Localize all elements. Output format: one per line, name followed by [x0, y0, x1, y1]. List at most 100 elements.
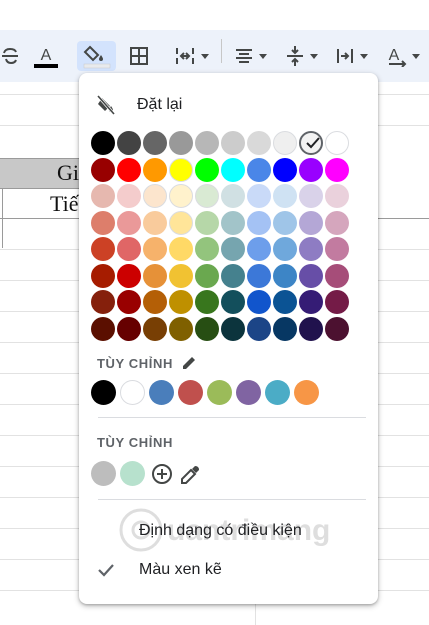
alternating-colors-item[interactable]: Màu xen kẽ [97, 558, 222, 582]
color-swatch[interactable] [299, 184, 323, 208]
color-swatch[interactable] [195, 210, 219, 235]
color-swatch[interactable] [195, 184, 219, 208]
color-swatch[interactable] [149, 380, 174, 405]
color-swatch[interactable] [91, 461, 116, 486]
color-swatch[interactable] [325, 131, 349, 155]
color-swatch[interactable] [169, 157, 193, 182]
color-swatch-selected[interactable] [299, 131, 323, 155]
color-swatch[interactable] [143, 316, 167, 341]
color-swatch[interactable] [91, 157, 115, 182]
color-swatch[interactable] [120, 461, 145, 486]
color-swatch[interactable] [299, 290, 323, 314]
color-swatch[interactable] [247, 237, 271, 261]
color-swatch[interactable] [143, 263, 167, 288]
color-swatch[interactable] [273, 157, 297, 182]
color-swatch[interactable] [325, 210, 349, 235]
color-swatch[interactable] [117, 237, 141, 261]
color-swatch[interactable] [247, 184, 271, 208]
eyedropper-button[interactable] [181, 464, 201, 484]
color-swatch[interactable] [221, 157, 245, 182]
vertical-align-button[interactable] [280, 41, 322, 71]
color-swatch[interactable] [247, 290, 271, 314]
color-swatch[interactable] [221, 237, 245, 261]
color-swatch[interactable] [299, 316, 323, 341]
color-swatch[interactable] [299, 210, 323, 235]
color-swatch[interactable] [91, 290, 115, 314]
color-swatch[interactable] [273, 316, 297, 341]
edit-theme-button[interactable] [181, 355, 197, 371]
color-swatch[interactable] [117, 157, 141, 182]
color-swatch[interactable] [91, 263, 115, 288]
color-swatch[interactable] [91, 184, 115, 208]
text-wrapping-button[interactable] [330, 41, 372, 71]
color-swatch[interactable] [91, 131, 115, 155]
color-swatch[interactable] [195, 131, 219, 155]
color-swatch[interactable] [247, 131, 271, 155]
reset-fill-button[interactable]: Đặt lại [97, 93, 182, 117]
color-swatch[interactable] [325, 263, 349, 288]
color-swatch[interactable] [221, 184, 245, 208]
color-swatch[interactable] [169, 263, 193, 288]
color-swatch[interactable] [325, 316, 349, 341]
color-swatch[interactable] [325, 157, 349, 182]
color-swatch[interactable] [299, 237, 323, 261]
color-swatch[interactable] [221, 290, 245, 314]
fill-color-button[interactable] [77, 41, 116, 71]
color-swatch[interactable] [169, 210, 193, 235]
color-swatch[interactable] [273, 263, 297, 288]
color-swatch[interactable] [221, 131, 245, 155]
color-swatch[interactable] [195, 157, 219, 182]
color-swatch[interactable] [247, 157, 271, 182]
color-swatch[interactable] [247, 316, 271, 341]
color-swatch[interactable] [247, 210, 271, 235]
color-swatch[interactable] [195, 290, 219, 314]
color-swatch[interactable] [299, 263, 323, 288]
color-swatch[interactable] [169, 131, 193, 155]
color-swatch[interactable] [273, 290, 297, 314]
color-swatch[interactable] [273, 237, 297, 261]
color-swatch[interactable] [325, 237, 349, 261]
color-swatch[interactable] [221, 263, 245, 288]
color-swatch[interactable] [273, 131, 297, 155]
color-swatch[interactable] [117, 184, 141, 208]
color-swatch[interactable] [294, 380, 319, 405]
color-swatch[interactable] [273, 184, 297, 208]
color-swatch[interactable] [195, 237, 219, 261]
color-swatch[interactable] [117, 290, 141, 314]
color-swatch[interactable] [247, 263, 271, 288]
color-swatch[interactable] [195, 263, 219, 288]
color-swatch[interactable] [169, 290, 193, 314]
color-swatch[interactable] [91, 316, 115, 341]
merge-cells-button[interactable] [168, 41, 214, 71]
conditional-formatting-item[interactable]: Định dạng có điều kiện [97, 519, 302, 543]
add-custom-color-button[interactable] [151, 463, 173, 485]
color-swatch[interactable] [143, 237, 167, 261]
color-swatch[interactable] [325, 290, 349, 314]
color-swatch[interactable] [221, 316, 245, 341]
color-swatch[interactable] [265, 380, 290, 405]
horizontal-align-button[interactable] [229, 41, 271, 71]
color-swatch[interactable] [143, 210, 167, 235]
color-swatch[interactable] [143, 131, 167, 155]
color-swatch[interactable] [273, 210, 297, 235]
color-swatch[interactable] [91, 210, 115, 235]
color-swatch[interactable] [325, 184, 349, 208]
borders-button[interactable] [126, 41, 152, 71]
color-swatch[interactable] [178, 380, 203, 405]
color-swatch[interactable] [117, 263, 141, 288]
color-swatch[interactable] [117, 316, 141, 341]
color-swatch[interactable] [143, 184, 167, 208]
color-swatch[interactable] [143, 290, 167, 314]
color-swatch[interactable] [117, 210, 141, 235]
color-swatch[interactable] [299, 157, 323, 182]
color-swatch[interactable] [195, 316, 219, 341]
color-swatch[interactable] [117, 131, 141, 155]
color-swatch[interactable] [169, 316, 193, 341]
color-swatch[interactable] [169, 184, 193, 208]
color-swatch[interactable] [221, 210, 245, 235]
text-rotation-button[interactable]: A [380, 41, 424, 71]
color-swatch[interactable] [236, 380, 261, 405]
text-color-button[interactable]: A [30, 41, 62, 71]
color-swatch[interactable] [120, 380, 145, 405]
strikethrough-button[interactable] [0, 41, 20, 71]
